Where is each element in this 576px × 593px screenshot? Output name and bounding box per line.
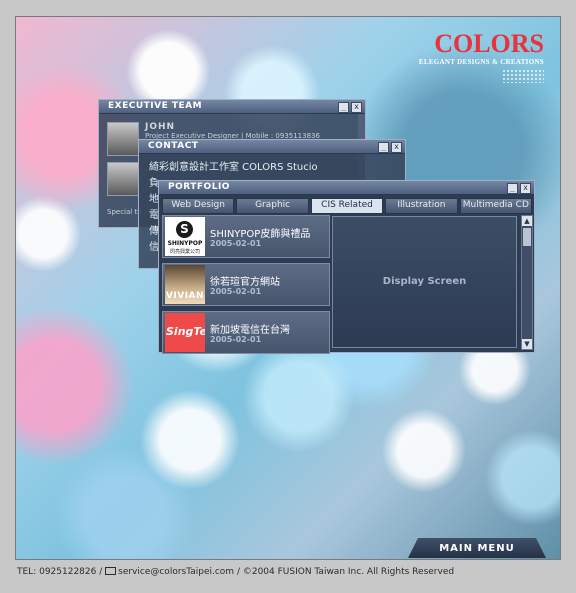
item-title: 新加坡電信在台灣 bbox=[210, 325, 290, 336]
list-item[interactable]: VIVIAN 徐若瑄官方網站 2005-02-01 bbox=[162, 263, 330, 306]
item-date: 2005-02-01 bbox=[210, 239, 262, 248]
footer-tel: TEL: 0925122826 / bbox=[17, 567, 103, 577]
tab-graphic[interactable]: Graphic bbox=[236, 198, 309, 214]
shinypop-thumbnail: S SHINYPOP 閃亮興業公司 bbox=[165, 217, 205, 256]
portfolio-window[interactable]: PORTFOLIO _ x Web Design Graphic CIS Rel… bbox=[158, 180, 535, 354]
logo-tagline: ELEGANT DESIGNS & CREATIONS bbox=[418, 58, 544, 66]
tab-cis-related[interactable]: CIS Related bbox=[310, 198, 384, 214]
display-screen: Display Screen bbox=[332, 216, 517, 348]
thumbnail-label: VIVIAN bbox=[165, 291, 205, 301]
scroll-up-icon[interactable]: ▲ bbox=[522, 216, 532, 226]
executive-window-title: EXECUTIVE TEAM bbox=[108, 101, 203, 111]
scroll-down-icon[interactable]: ▼ bbox=[522, 339, 532, 349]
close-icon[interactable]: x bbox=[391, 142, 402, 153]
shinypop-logo-icon: S bbox=[176, 221, 193, 238]
thumbnail-label: SHINYPOP bbox=[167, 240, 203, 247]
tab-illustration[interactable]: Illustration bbox=[385, 198, 458, 214]
display-screen-label: Display Screen bbox=[382, 276, 467, 287]
portfolio-window-titlebar[interactable]: PORTFOLIO _ x bbox=[159, 181, 534, 195]
minimize-icon[interactable]: _ bbox=[338, 102, 349, 113]
scroll-thumb[interactable] bbox=[523, 228, 531, 246]
company-name: 綺彩創意設計工作室 COLORS Stucio bbox=[149, 162, 318, 173]
logo-dots-decoration bbox=[502, 69, 544, 83]
avatar bbox=[107, 122, 139, 156]
main-menu-button[interactable]: MAIN MENU bbox=[408, 538, 546, 558]
member-name: JOHN bbox=[145, 122, 176, 132]
thumbnail-sublabel: 閃亮興業公司 bbox=[169, 249, 200, 255]
item-title: 徐若瑄官方網站 bbox=[210, 277, 280, 288]
footer: TEL: 0925122826 / service@colorsTaipei.c… bbox=[17, 567, 454, 577]
footer-copyright: / ©2004 FUSION Taiwan Inc. All Rights Re… bbox=[236, 567, 455, 577]
item-date: 2005-02-01 bbox=[210, 335, 262, 344]
list-item[interactable]: S SHINYPOP 閃亮興業公司 SHINYPOP皮飾與禮品 2005-02-… bbox=[162, 215, 330, 258]
thumbnail-label: SingTel bbox=[166, 325, 205, 338]
portfolio-window-title: PORTFOLIO bbox=[168, 182, 230, 192]
vivian-thumbnail: VIVIAN bbox=[165, 265, 205, 304]
tab-web-design[interactable]: Web Design bbox=[162, 198, 235, 214]
portfolio-scrollbar[interactable]: ▲ ▼ bbox=[521, 215, 533, 350]
portfolio-tabs: Web Design Graphic CIS Related Illustrat… bbox=[162, 198, 533, 214]
executive-window-titlebar[interactable]: EXECUTIVE TEAM _ x bbox=[99, 100, 365, 114]
list-item[interactable]: SingTel 新加坡電信在台灣 2005-02-01 bbox=[162, 311, 330, 354]
item-date: 2005-02-01 bbox=[210, 287, 262, 296]
portfolio-list: S SHINYPOP 閃亮興業公司 SHINYPOP皮飾與禮品 2005-02-… bbox=[162, 215, 330, 354]
close-icon[interactable]: x bbox=[520, 183, 531, 194]
envelope-icon bbox=[105, 567, 117, 575]
contact-window-title: CONTACT bbox=[148, 141, 199, 151]
executive-member[interactable] bbox=[107, 162, 139, 196]
minimize-icon[interactable]: _ bbox=[507, 183, 518, 194]
tab-multimedia-cd[interactable]: Multimedia CD bbox=[459, 198, 533, 214]
logo-name: COLORS bbox=[434, 29, 544, 58]
close-icon[interactable]: x bbox=[351, 102, 362, 113]
footer-email-link[interactable]: service@colorsTaipei.com bbox=[118, 567, 234, 577]
member-title: Special th bbox=[107, 208, 142, 216]
logo: COLORS ELEGANT DESIGNS & CREATIONS bbox=[418, 29, 544, 83]
minimize-icon[interactable]: _ bbox=[378, 142, 389, 153]
item-title: SHINYPOP皮飾與禮品 bbox=[210, 229, 311, 240]
contact-window-titlebar[interactable]: CONTACT _ x bbox=[139, 140, 405, 154]
avatar bbox=[107, 162, 139, 196]
singtel-thumbnail: SingTel bbox=[165, 313, 205, 352]
